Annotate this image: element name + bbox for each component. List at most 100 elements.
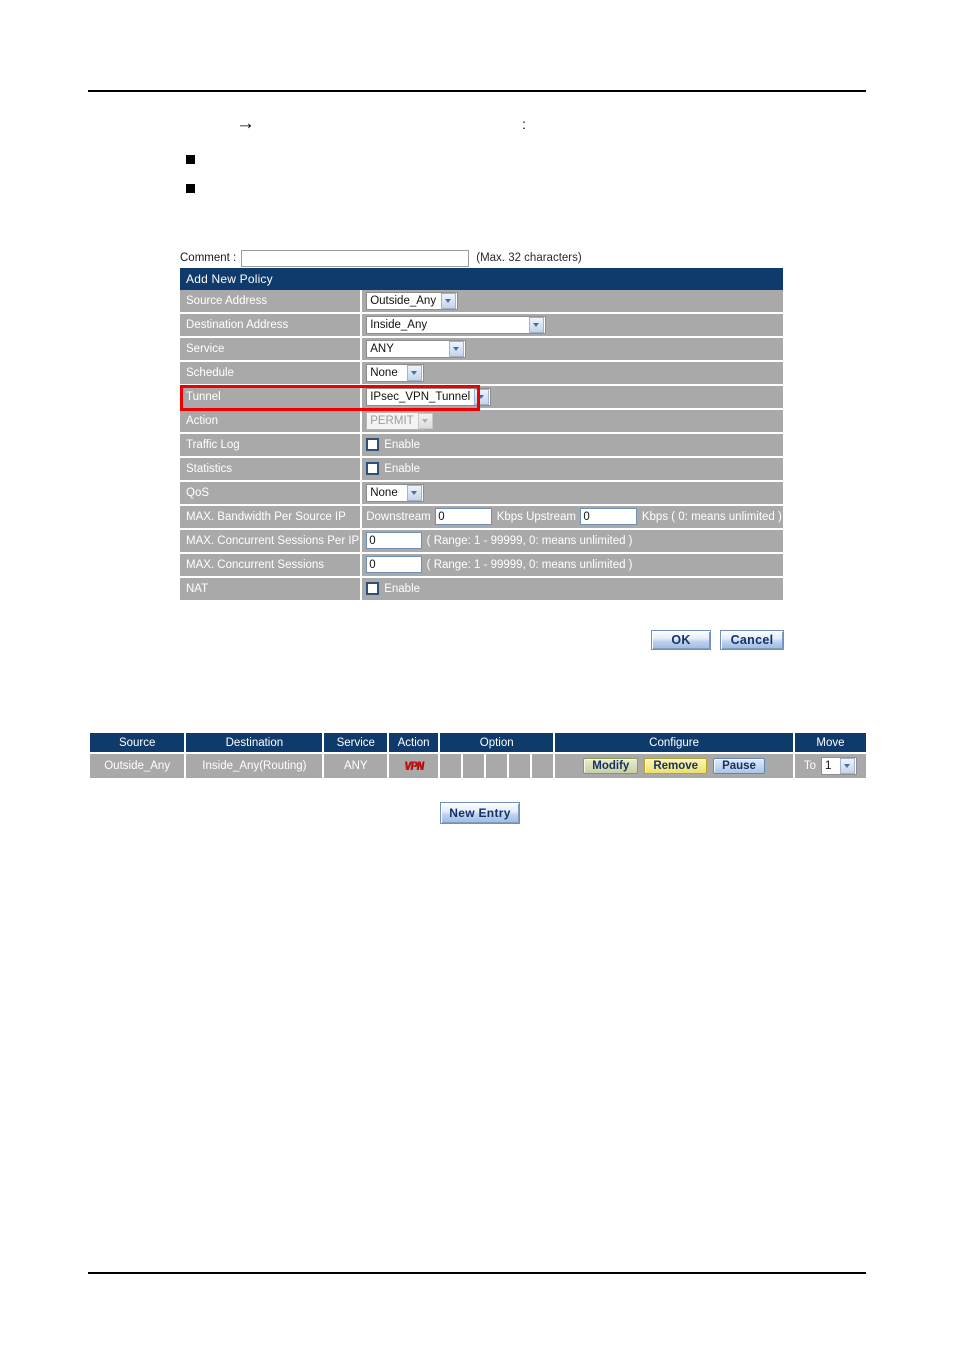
- form-row-tunnel: Tunnel IPsec_VPN_Tunnel: [180, 386, 783, 410]
- max-sessions-input[interactable]: [366, 556, 423, 574]
- new-entry-button[interactable]: New Entry: [440, 802, 520, 824]
- tunnel-value: IPsec_VPN_Tunnel: [370, 390, 471, 403]
- destination-address-value: Inside_Any: [370, 318, 428, 331]
- label-max-sessions-per-ip: MAX. Concurrent Sessions Per IP: [180, 530, 363, 554]
- form-row-qos: QoS None: [180, 482, 783, 506]
- intro-arrow-icon: →: [236, 113, 255, 134]
- label-traffic-log: Traffic Log: [180, 434, 363, 458]
- chevron-down-icon: [407, 484, 423, 501]
- add-new-policy-form: Add New Policy Source Address Outside_An…: [180, 268, 783, 602]
- kbps-upstream-label: Kbps Upstream: [496, 510, 576, 523]
- label-action: Action: [180, 410, 363, 434]
- max-sessions-hint: ( Range: 1 - 99999, 0: means unlimited ): [426, 558, 633, 571]
- chevron-down-icon: [529, 316, 545, 333]
- form-row-destination-address: Destination Address Inside_Any: [180, 314, 783, 338]
- service-select[interactable]: ANY: [366, 339, 467, 358]
- ok-button[interactable]: OK: [651, 630, 711, 650]
- pause-button[interactable]: Pause: [713, 758, 765, 774]
- source-address-value: Outside_Any: [370, 294, 437, 307]
- field-qos: None: [362, 482, 783, 506]
- traffic-log-enable-label: Enable: [384, 438, 421, 451]
- column-header-move: Move: [794, 733, 866, 754]
- cell-configure: Modify Remove Pause: [555, 754, 795, 778]
- chevron-down-icon: [840, 758, 856, 774]
- column-header-configure: Configure: [555, 733, 795, 754]
- schedule-select[interactable]: None: [366, 363, 425, 382]
- form-row-statistics: Statistics Enable: [180, 458, 783, 482]
- comment-input[interactable]: [241, 249, 470, 267]
- policy-list-table: Source Destination Service Action Option…: [90, 733, 866, 778]
- field-action: PERMIT: [362, 410, 783, 434]
- nat-checkbox[interactable]: Enable: [366, 582, 420, 596]
- policy-list-header-row: Source Destination Service Action Option…: [90, 733, 866, 754]
- qos-value: None: [370, 486, 398, 499]
- field-traffic-log: Enable: [362, 434, 783, 458]
- move-position-select[interactable]: 1: [821, 757, 858, 775]
- field-source-address: Outside_Any: [362, 290, 783, 314]
- checkbox-icon: [366, 438, 380, 452]
- field-statistics: Enable: [362, 458, 783, 482]
- intro-bullet-2-icon: [186, 184, 195, 193]
- service-value: ANY: [370, 342, 394, 355]
- intro-colon: :: [522, 116, 526, 132]
- comment-label: Comment :: [180, 252, 237, 264]
- chevron-down-icon: [474, 388, 490, 405]
- field-nat: Enable: [362, 578, 783, 602]
- action-select: PERMIT: [366, 411, 433, 430]
- source-address-select[interactable]: Outside_Any: [366, 291, 459, 310]
- cell-option-1: [440, 754, 464, 778]
- chevron-down-icon: [417, 412, 433, 429]
- tunnel-select[interactable]: IPsec_VPN_Tunnel: [366, 387, 492, 406]
- checkbox-icon: [366, 582, 380, 596]
- label-service: Service: [180, 338, 363, 362]
- label-max-bandwidth: MAX. Bandwidth Per Source IP: [180, 506, 363, 530]
- form-row-nat: NAT Enable: [180, 578, 783, 602]
- intro-bullet-1-icon: [186, 155, 195, 164]
- form-row-max-sessions: MAX. Concurrent Sessions ( Range: 1 - 99…: [180, 554, 783, 578]
- statistics-checkbox[interactable]: Enable: [366, 462, 420, 476]
- column-header-action: Action: [389, 733, 441, 754]
- page-header-rule: [88, 90, 866, 92]
- downstream-input[interactable]: [435, 508, 493, 526]
- label-nat: NAT: [180, 578, 363, 602]
- field-service: ANY: [362, 338, 783, 362]
- column-header-source: Source: [90, 733, 187, 754]
- cancel-button[interactable]: Cancel: [720, 630, 784, 650]
- column-header-service: Service: [324, 733, 390, 754]
- downstream-label: Downstream: [366, 510, 431, 523]
- cell-move: To 1: [794, 754, 866, 778]
- label-schedule: Schedule: [180, 362, 363, 386]
- comment-row: Comment : (Max. 32 characters): [180, 248, 582, 268]
- qos-select[interactable]: None: [366, 483, 425, 502]
- vpn-badge-icon: VPN: [404, 759, 424, 773]
- schedule-value: None: [370, 366, 398, 379]
- modify-button[interactable]: Modify: [583, 758, 639, 774]
- field-destination-address: Inside_Any: [362, 314, 783, 338]
- remove-button[interactable]: Remove: [644, 758, 708, 774]
- cell-service: ANY: [324, 754, 390, 778]
- move-control: To 1: [796, 757, 865, 775]
- max-sessions-per-ip-hint: ( Range: 1 - 99999, 0: means unlimited ): [426, 534, 633, 547]
- column-header-destination: Destination: [186, 733, 325, 754]
- form-row-schedule: Schedule None: [180, 362, 783, 386]
- field-tunnel: IPsec_VPN_Tunnel: [362, 386, 783, 410]
- form-row-max-bandwidth: MAX. Bandwidth Per Source IP Downstream …: [180, 506, 783, 530]
- field-max-bandwidth: Downstream Kbps Upstream Kbps ( 0: means…: [362, 506, 783, 530]
- label-statistics: Statistics: [180, 458, 363, 482]
- form-action-buttons: OK Cancel: [651, 630, 784, 650]
- upstream-input[interactable]: [580, 508, 638, 526]
- move-to-label: To: [803, 760, 817, 772]
- comment-hint: (Max. 32 characters): [476, 252, 582, 264]
- new-entry-wrapper: New Entry: [440, 802, 520, 824]
- checkbox-icon: [366, 462, 380, 476]
- cell-source: Outside_Any: [90, 754, 187, 778]
- page-footer-rule: [88, 1272, 866, 1274]
- traffic-log-checkbox[interactable]: Enable: [366, 438, 421, 452]
- label-source-address: Source Address: [180, 290, 363, 314]
- label-tunnel: Tunnel: [180, 386, 363, 410]
- chevron-down-icon: [449, 340, 465, 357]
- max-sessions-per-ip-input[interactable]: [366, 532, 423, 550]
- destination-address-select[interactable]: Inside_Any: [366, 315, 547, 334]
- label-max-sessions: MAX. Concurrent Sessions: [180, 554, 363, 578]
- form-row-service: Service ANY: [180, 338, 783, 362]
